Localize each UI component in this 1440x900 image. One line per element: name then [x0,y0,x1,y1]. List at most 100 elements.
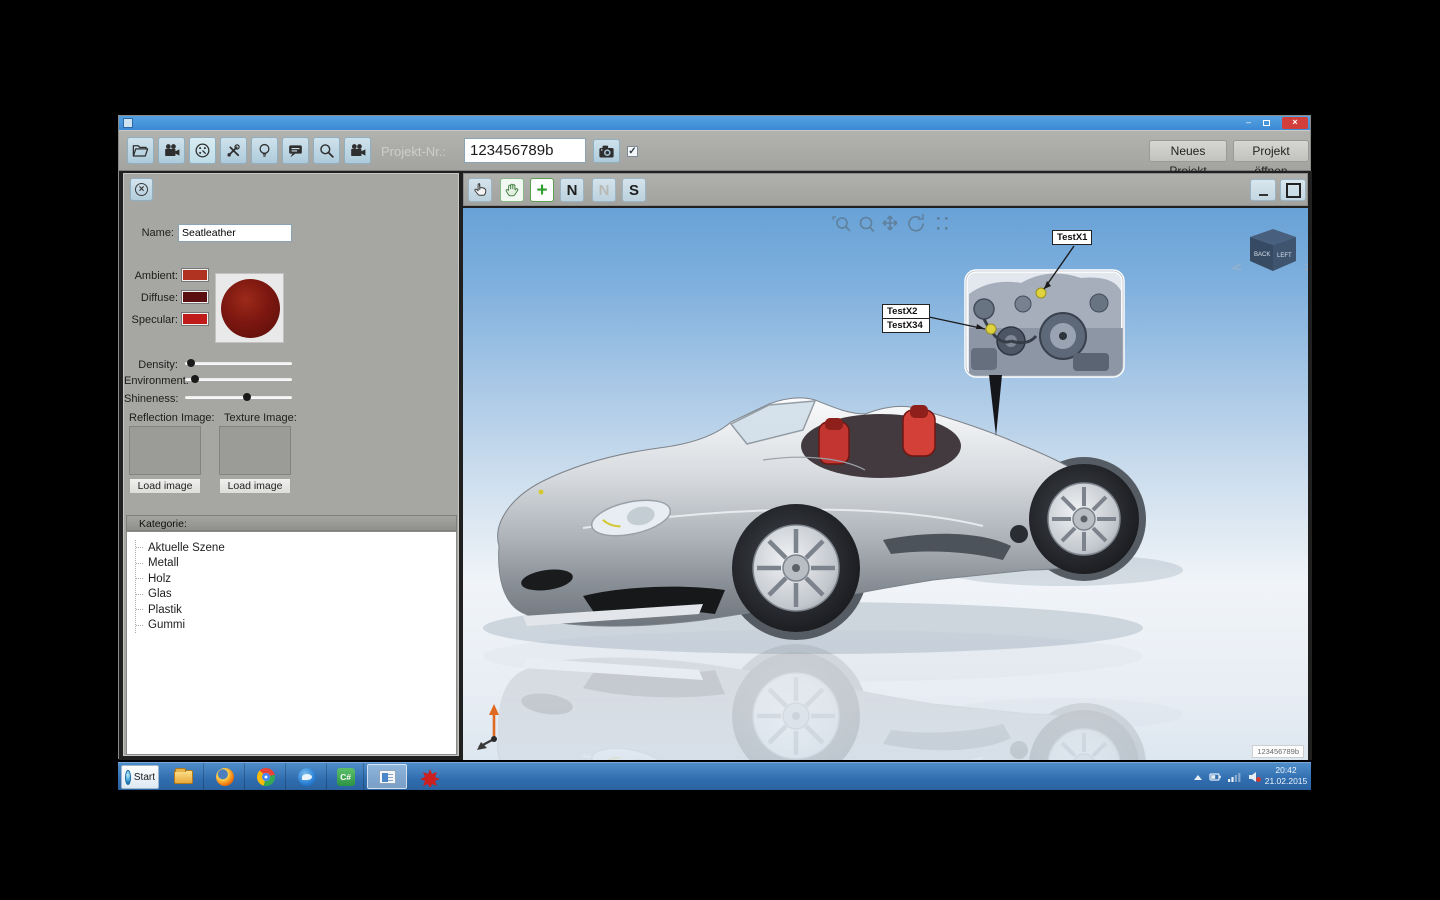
search-button[interactable] [313,137,340,164]
pan-move-icon [883,216,897,230]
taskbar: Start C# 20:42 21.02.2015 [118,762,1311,790]
system-tray [1194,763,1261,791]
light-bulb-icon [255,141,274,160]
category-list[interactable]: Aktuelle Szene Metall Holz Glas Plastik … [126,531,457,755]
navigation-cube[interactable]: BACK LEFT [1233,229,1308,271]
category-item-plastik[interactable]: Plastik [136,602,456,618]
zoom-icon [861,218,875,232]
axis-indicator [477,704,499,750]
folder-open-icon [131,141,150,160]
chrome-icon [257,768,275,786]
select-pointer-button[interactable] [468,178,492,202]
n-mode-disabled-button[interactable]: N [592,178,616,202]
viewport-nav-icons[interactable] [833,214,948,232]
snapshot-checkbox[interactable]: ✓ [627,146,638,157]
tools-button[interactable] [220,137,247,164]
tools-icon [224,141,243,160]
panel-close-button[interactable]: × [130,178,153,201]
speaker-mute-icon[interactable] [1248,771,1261,783]
shineness-slider-thumb[interactable] [243,393,251,401]
materials-button[interactable] [189,137,216,164]
reflection-image-slot[interactable] [129,426,201,475]
taskbar-clock[interactable]: 20:42 21.02.2015 [1263,765,1309,787]
viewport-minimize-button[interactable] [1250,179,1276,201]
density-slider[interactable] [185,362,292,365]
start-orb-icon [125,770,131,785]
file-explorer-icon [174,770,193,784]
open-project-button[interactable]: Projekt öffnen [1233,140,1309,162]
viewport-3d-canvas[interactable]: BACK LEFT [463,208,1308,760]
tree-dash-icon [136,563,143,564]
red-splat-icon [420,767,440,787]
load-texture-image-button[interactable]: Load image [219,478,291,494]
taskbar-item-firefox[interactable] [205,763,245,791]
snapshot-camera-button[interactable] [593,139,620,163]
open-project-folder-button[interactable] [127,137,154,164]
annotation-testx1[interactable]: TestX1 [1052,230,1092,245]
window-titlebar[interactable]: – × [119,116,1310,130]
taskbar-item-explorer[interactable] [164,763,204,791]
battery-icon[interactable] [1209,771,1221,783]
app-window: – × [118,115,1311,759]
cube-face-left[interactable]: LEFT [1277,253,1292,259]
material-preview-sphere [221,279,280,338]
annotation-testx34[interactable]: TestX34 [882,318,930,333]
window-close-button[interactable]: × [1282,117,1308,129]
load-reflection-image-button[interactable]: Load image [129,478,201,494]
material-name-input[interactable] [178,224,292,242]
tray-expand-icon[interactable] [1194,775,1202,780]
scene-camera-button[interactable] [344,137,371,164]
cube-face-back[interactable]: BACK [1254,252,1270,258]
movie-camera-icon [348,141,367,160]
light-button[interactable] [251,137,278,164]
viewport-maximize-button[interactable] [1280,179,1306,201]
csharp-icon: C# [337,768,355,786]
category-item-aktuelle-szene[interactable]: Aktuelle Szene [136,540,456,556]
taskbar-item-active-app[interactable] [367,764,407,789]
clock-time: 20:42 [1263,765,1309,776]
rotate-icon [909,214,923,231]
material-preview [215,273,284,343]
environment-slider-thumb[interactable] [191,375,199,383]
taskbar-item-thunderbird[interactable] [287,763,327,791]
active-app-window-icon [379,770,396,784]
project-number-input[interactable] [464,138,586,163]
circled-x-icon: × [135,183,148,196]
photo-camera-icon [597,142,616,161]
annotation-testx2[interactable]: TestX2 [882,304,930,319]
inset-callout-tail [989,375,1002,436]
network-signal-icon[interactable] [1228,771,1241,783]
density-slider-thumb[interactable] [187,359,195,367]
category-item-glas[interactable]: Glas [136,587,456,603]
environment-slider[interactable] [185,378,292,381]
diffuse-color-swatch[interactable] [182,291,208,303]
s-mode-button[interactable]: S [622,178,646,202]
project-number-label: Projekt-Nr.: [381,144,446,159]
thunderbird-icon [298,768,316,786]
environment-label: Environment: [124,375,178,387]
firefox-icon [216,768,234,786]
ambient-color-swatch[interactable] [182,269,208,281]
specular-color-swatch[interactable] [182,313,208,325]
n-mode-button[interactable]: N [560,178,584,202]
category-item-holz[interactable]: Holz [136,571,456,587]
new-project-button[interactable]: Neues Projekt [1149,140,1227,162]
category-item-metall[interactable]: Metall [136,556,456,572]
window-maximize-button[interactable] [1259,117,1274,129]
shineness-slider[interactable] [185,396,292,399]
add-annotation-button[interactable]: + [530,178,554,202]
category-item-gummi[interactable]: Gummi [136,618,456,634]
app-icon [123,118,133,128]
comment-button[interactable] [282,137,309,164]
window-content: × Name: Ambient: Diffuse: Specular: Dens… [119,171,1312,760]
tree-dash-icon [136,609,143,610]
taskbar-item-csharp[interactable]: C# [328,763,364,791]
window-minimize-button[interactable]: – [1241,117,1256,129]
texture-image-slot[interactable] [219,426,291,475]
taskbar-item-red-app[interactable] [410,763,450,791]
record-camera-button[interactable] [158,137,185,164]
taskbar-item-chrome[interactable] [246,763,286,791]
category-header: Kategorie: [126,515,457,531]
start-button[interactable]: Start [121,765,159,789]
pan-hand-button[interactable] [500,178,524,202]
